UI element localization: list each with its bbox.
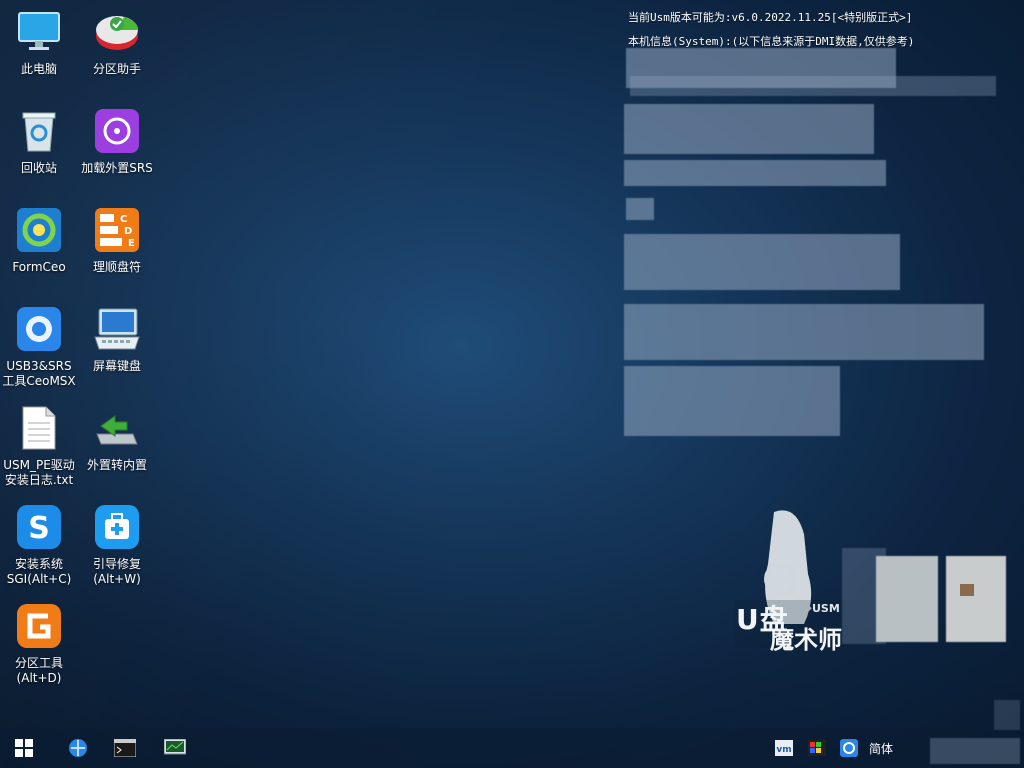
- svg-text:vm: vm: [776, 745, 791, 755]
- this-pc-icon: [15, 8, 63, 56]
- tray-usm-icon[interactable]: [837, 736, 861, 760]
- terminal-icon: [114, 739, 136, 757]
- logo-badge: USM: [812, 602, 840, 615]
- boot-repair-icon: [93, 503, 141, 551]
- desktop-icon-label: 外置转内置: [86, 458, 147, 472]
- desktop-icon-diskgenius[interactable]: 分区工具 (Alt+D): [0, 602, 78, 686]
- load-external-srs-icon: [93, 107, 141, 155]
- desktop-icon-label: USB3&SRS 工具CeoMSX: [2, 359, 76, 388]
- desktop-icon-label: 回收站: [20, 161, 57, 175]
- desktop-icon-label: FormCeo: [12, 260, 66, 274]
- usm-logo: U盘 魔术师 USM: [734, 504, 854, 654]
- taskbar-task-manager[interactable]: [163, 736, 187, 760]
- desktop-icon-usb3-srs-tool[interactable]: USB3&SRS 工具CeoMSX: [0, 305, 78, 389]
- svg-text:C: C: [120, 214, 127, 225]
- logo-text-bottom: 魔术师: [770, 626, 842, 654]
- desktop-icon-label: 此电脑: [20, 62, 57, 76]
- tray-display-icon[interactable]: [805, 736, 829, 760]
- desktop-icon-label: 引导修复 (Alt+W): [92, 557, 141, 586]
- system-info-heading: 本机信息(System):(以下信息来源于DMI数据,仅供参考): [628, 35, 915, 48]
- desktop-icon-partition-assistant[interactable]: 分区助手: [78, 8, 156, 77]
- desktop-icon-external-to-internal[interactable]: 外置转内置: [78, 404, 156, 473]
- drive-letter-icon: CDE: [93, 206, 141, 254]
- usb3-srs-tool-icon: [15, 305, 63, 353]
- monitor-chart-icon: [164, 739, 186, 755]
- taskbar-command-prompt[interactable]: [113, 736, 137, 760]
- desktop-icon-label: USM_PE驱动 安装日志.txt: [3, 458, 75, 487]
- desktop-icon-driver-log[interactable]: USM_PE驱动 安装日志.txt: [0, 404, 78, 488]
- desktop-icon-load-external-srs[interactable]: 加载外置SRS: [78, 107, 156, 176]
- usm-tray-icon: [840, 739, 858, 757]
- keyboard-icon: [93, 305, 141, 353]
- desktop-icon-label: 屏幕键盘: [92, 359, 141, 373]
- desktop-icon-label: 分区助手: [92, 62, 141, 76]
- desktop-icon-label: 加载外置SRS: [81, 161, 153, 175]
- install-system-icon: S: [15, 503, 63, 551]
- diskgenius-icon: [15, 602, 63, 650]
- recycle-bin-icon: [15, 107, 63, 155]
- desktop-icon-label: 理顺盘符: [92, 260, 141, 274]
- windows-icon: [15, 739, 33, 757]
- desktop-icon-drive-letter[interactable]: CDE 理顺盘符: [78, 206, 156, 275]
- svg-text:E: E: [128, 238, 135, 249]
- network-icon: [69, 739, 87, 757]
- color-display-icon: [808, 740, 826, 756]
- desktop-icon-this-pc[interactable]: 此电脑: [0, 8, 78, 77]
- formceo-icon: [15, 206, 63, 254]
- svg-text:S: S: [28, 511, 50, 546]
- input-method-indicator[interactable]: 简体: [869, 740, 893, 757]
- text-file-icon: [15, 404, 63, 452]
- svg-text:D: D: [124, 226, 132, 237]
- vm-icon: vm: [775, 740, 793, 756]
- taskbar-network-tool[interactable]: [66, 736, 90, 760]
- desktop-icon-boot-repair[interactable]: 引导修复 (Alt+W): [78, 503, 156, 587]
- start-button[interactable]: [12, 736, 36, 760]
- tray-vm-icon[interactable]: vm: [772, 736, 796, 760]
- desktop-icon-install-system[interactable]: S 安装系统 SGI(Alt+C): [0, 503, 78, 587]
- partition-assistant-icon: [93, 8, 141, 56]
- version-info: 当前Usm版本可能为:v6.0.2022.11.25[<特别版正式>]: [628, 11, 913, 24]
- external-to-internal-icon: [93, 404, 141, 452]
- desktop-icon-label: 安装系统 SGI(Alt+C): [6, 557, 72, 586]
- desktop-icon-label: 分区工具 (Alt+D): [14, 656, 63, 685]
- desktop-icon-recycle-bin[interactable]: 回收站: [0, 107, 78, 176]
- desktop-icon-formceo[interactable]: FormCeo: [0, 206, 78, 275]
- desktop-icon-onscreen-keyboard[interactable]: 屏幕键盘: [78, 305, 156, 374]
